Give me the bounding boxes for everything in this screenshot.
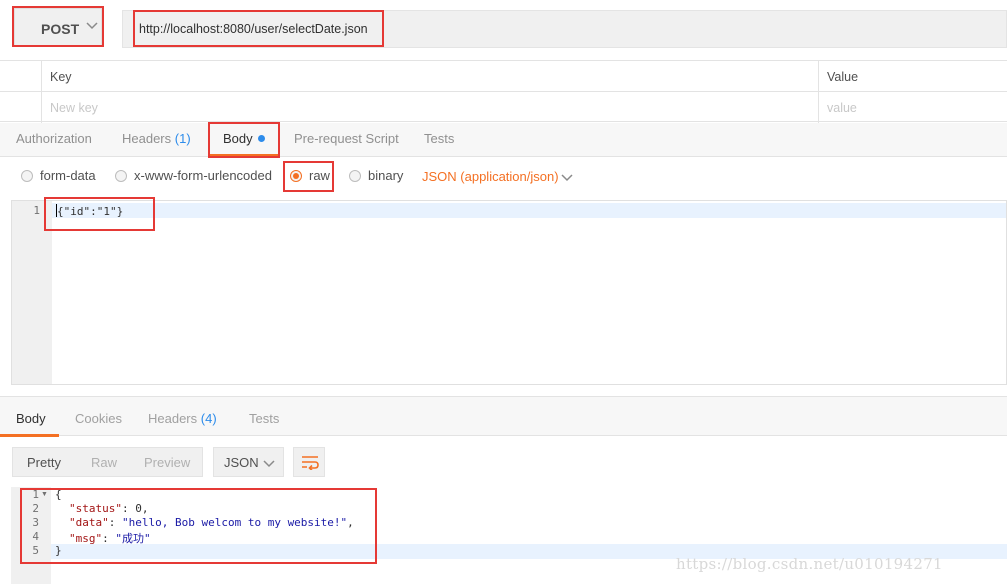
content-type-dropdown[interactable]: JSON (application/json)	[422, 169, 559, 184]
modified-dot-icon	[257, 135, 265, 142]
tab-headers-label: Headers	[122, 131, 172, 146]
pretty-button[interactable]: Pretty	[27, 455, 61, 470]
format-dropdown[interactable]: JSON	[213, 447, 284, 477]
radio-form-data-label: form-data	[40, 168, 96, 183]
json-key: "data"	[69, 516, 109, 529]
json-string: "成功"	[115, 532, 151, 545]
new-value-input[interactable]: value	[819, 92, 1007, 123]
response-gutter: 1 ▼ 2 3 4 5	[11, 487, 51, 584]
chevron-down-icon[interactable]	[560, 170, 574, 184]
request-body-editor[interactable]: 1 {"id":"1"}	[11, 200, 1007, 385]
key-header-label: Key	[50, 70, 72, 84]
params-table: Key Value New key value	[0, 60, 1007, 123]
value-header-label: Value	[827, 70, 859, 84]
body-type-selector: form-data x-www-form-urlencoded raw bina…	[0, 157, 1007, 199]
code-line: }	[55, 544, 62, 557]
code-line: "data": "hello, Bob welcom to my website…	[69, 516, 354, 529]
url-text: http://localhost:8080/user/selectDate.js…	[139, 22, 368, 36]
radio-circle-icon	[349, 169, 361, 182]
code-line: {	[55, 488, 62, 501]
json-string: "hello, Bob welcom to my website!"	[122, 516, 348, 529]
preview-button[interactable]: Preview	[144, 455, 190, 470]
method-select[interactable]: POST	[14, 8, 102, 46]
radio-raw[interactable]: raw	[290, 168, 330, 183]
json-number: 0	[135, 502, 142, 515]
wrap-lines-button[interactable]	[293, 447, 325, 477]
params-check-col	[0, 92, 42, 123]
url-input[interactable]: http://localhost:8080/user/selectDate.js…	[122, 10, 1007, 48]
editor-gutter: 1	[12, 201, 52, 384]
radio-circle-icon	[115, 169, 127, 182]
params-value-header: Value	[819, 61, 1007, 91]
tab-body[interactable]: Body	[223, 131, 265, 146]
new-key-placeholder: New key	[50, 101, 98, 115]
request-body-text: {"id":"1"}	[57, 205, 124, 218]
format-label: JSON	[224, 455, 259, 470]
chevron-down-icon	[86, 22, 98, 30]
code-line: "status": 0,	[69, 502, 149, 515]
line-number: 1	[33, 204, 40, 217]
wrap-lines-icon	[302, 456, 319, 470]
radio-circle-icon	[21, 169, 33, 182]
line-number: 3	[32, 516, 39, 529]
radio-binary[interactable]: binary	[349, 168, 403, 183]
radio-urlencoded-label: x-www-form-urlencoded	[134, 168, 272, 183]
resp-tab-headers-label: Headers	[148, 411, 198, 426]
code-line: "msg": "成功"	[69, 532, 151, 545]
json-key: "msg"	[69, 532, 103, 545]
raw-button[interactable]: Raw	[91, 455, 117, 470]
params-key-header: Key	[42, 61, 819, 91]
view-mode-segment: Pretty Raw Preview	[12, 447, 203, 477]
radio-urlencoded[interactable]: x-www-form-urlencoded	[115, 168, 272, 183]
line-number: 4	[32, 530, 39, 543]
resp-tab-tests[interactable]: Tests	[249, 411, 279, 426]
watermark-text: https://blog.csdn.net/u010194271	[676, 555, 943, 573]
resp-tab-headers[interactable]: Headers (4)	[148, 411, 217, 426]
new-value-placeholder: value	[827, 101, 857, 115]
chevron-down-icon	[263, 460, 275, 468]
request-bar: POST http://localhost:8080/user/selectDa…	[0, 0, 1007, 54]
response-toolbar: Pretty Raw Preview JSON	[0, 437, 1007, 487]
request-tabs: Authorization Headers (1) Body Pre-reque…	[0, 123, 1007, 157]
fold-arrow-icon[interactable]: ▼	[41, 491, 48, 498]
tab-body-label: Body	[223, 131, 253, 146]
params-header-row: Key Value	[0, 61, 1007, 92]
radio-selected-icon	[290, 169, 302, 182]
new-key-input[interactable]: New key	[42, 92, 819, 123]
tab-headers[interactable]: Headers (1)	[122, 131, 191, 146]
line-number: 1	[32, 488, 39, 501]
response-tabs: Body Cookies Headers (4) Tests	[0, 396, 1007, 436]
method-label: POST	[41, 21, 80, 37]
json-key: "status"	[69, 502, 122, 515]
tab-pre-request-script[interactable]: Pre-request Script	[294, 131, 399, 146]
radio-raw-label: raw	[309, 168, 330, 183]
params-check-col	[0, 61, 42, 91]
code-line: {"id":"1"}	[56, 204, 123, 218]
active-line-highlight	[12, 203, 1006, 218]
tab-headers-count: (1)	[174, 131, 191, 146]
radio-binary-label: binary	[368, 168, 404, 183]
radio-form-data[interactable]: form-data	[21, 168, 96, 183]
resp-tab-headers-count: (4)	[200, 411, 217, 426]
params-new-row: New key value	[0, 92, 1007, 123]
tab-tests[interactable]: Tests	[424, 131, 454, 146]
line-number: 2	[32, 502, 39, 515]
tab-authorization[interactable]: Authorization	[16, 131, 92, 146]
resp-tab-body[interactable]: Body	[16, 411, 46, 426]
line-number: 5	[32, 544, 39, 557]
resp-tab-cookies[interactable]: Cookies	[75, 411, 122, 426]
